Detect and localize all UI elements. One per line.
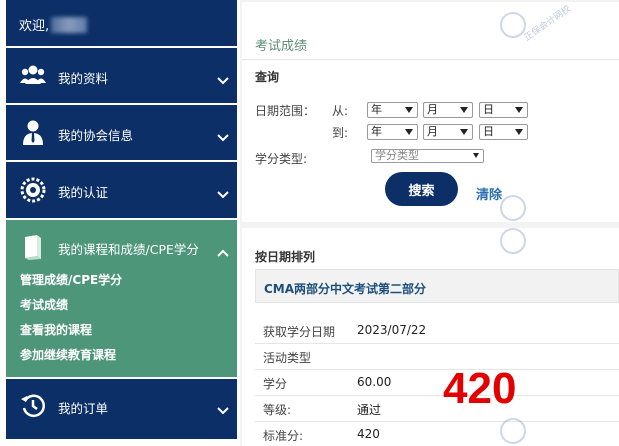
watermark-logo — [500, 195, 526, 221]
clear-link[interactable]: 清除 — [476, 184, 502, 203]
divider — [255, 421, 619, 422]
sidebar-item-association[interactable]: 我的协会信息 — [6, 105, 237, 160]
sidebar-item-courses[interactable]: 我的课程和成绩/CPE学分 管理成绩/CPE学分 考试成绩 查看我的课程 参加继… — [6, 220, 237, 377]
row-label-activity: 活动类型 — [263, 351, 312, 365]
divider — [242, 59, 619, 60]
chevron-down-icon — [217, 134, 229, 142]
row-value-credits: 60.00 — [357, 375, 392, 389]
query-heading: 查询 — [255, 70, 280, 84]
submenu-continuing-education[interactable]: 参加继续教育课程 — [20, 346, 116, 363]
from-day-select[interactable]: 日 — [479, 102, 528, 118]
gear-badge-icon — [19, 176, 47, 204]
credit-type-label: 学分类型: — [255, 152, 308, 166]
row-label-scaled-score: 标准分: — [263, 429, 304, 443]
book-icon — [19, 233, 47, 261]
row-label-credits: 学分 — [263, 377, 288, 391]
sidebar-item-label: 我的订单 — [58, 401, 109, 416]
submenu-view-courses[interactable]: 查看我的课程 — [20, 321, 92, 338]
welcome-text: 欢迎, — [19, 19, 50, 34]
chevron-up-icon — [217, 249, 229, 257]
person-icon — [19, 118, 47, 146]
chevron-down-icon — [217, 77, 229, 85]
from-year-select[interactable]: 年 — [367, 102, 418, 118]
watermark-logo — [500, 418, 526, 444]
watermark-text: 正保会计网校 — [522, 4, 573, 44]
row-value-date: 2023/07/22 — [357, 323, 427, 337]
username-blurred — [51, 17, 88, 33]
sidebar-item-label: 我的协会信息 — [58, 128, 134, 143]
to-label: 到: — [332, 126, 349, 140]
chevron-down-icon — [217, 191, 229, 199]
credit-type-select[interactable]: 学分类型 — [371, 149, 484, 163]
welcome-bar: 欢迎, — [6, 0, 237, 46]
sort-heading: 按日期排列 — [255, 250, 316, 264]
date-range-label: 日期范围： — [255, 104, 316, 118]
to-year-select[interactable]: 年 — [367, 124, 418, 140]
row-label-grade: 等级: — [263, 403, 292, 417]
sidebar-item-label: 我的资料 — [58, 71, 109, 86]
search-button[interactable]: 搜索 — [385, 172, 458, 206]
history-icon — [19, 392, 47, 420]
query-panel: 考试成绩 查询 日期范围： 从: 年 月 日 到: 年 月 日 学分类型: 学分… — [242, 2, 619, 222]
page-title: 考试成绩 — [255, 39, 308, 54]
submenu-exam-scores[interactable]: 考试成绩 — [20, 296, 68, 313]
row-value-grade: 通过 — [357, 403, 382, 417]
results-panel: 按日期排列 CMA两部分中文考试第二部分 获取学分日期 2023/07/22 活… — [242, 228, 619, 446]
score-overlay: 420 — [443, 364, 517, 413]
users-icon — [19, 61, 47, 89]
divider — [255, 343, 619, 344]
divider — [255, 395, 619, 396]
sidebar-item-orders[interactable]: 我的订单 — [6, 379, 237, 439]
main-content: 考试成绩 查询 日期范围： 从: 年 月 日 到: 年 月 日 学分类型: 学分… — [240, 0, 619, 446]
to-day-select[interactable]: 日 — [479, 124, 528, 140]
sidebar-item-label: 我的认证 — [58, 185, 109, 200]
submenu-manage-credits[interactable]: 管理成绩/CPE学分 — [20, 271, 122, 288]
divider — [255, 369, 619, 370]
from-month-select[interactable]: 月 — [423, 102, 473, 118]
sidebar-item-label: 我的课程和成绩/CPE学分 — [58, 242, 199, 257]
course-header: CMA两部分中文考试第二部分 — [255, 269, 619, 303]
sidebar-item-profile[interactable]: 我的资料 — [6, 48, 237, 103]
sidebar: 欢迎, 我的资料 我的协会信息 我的认证 我的课程和成绩/CPE学分 管理成绩/… — [0, 0, 237, 446]
course-title: CMA两部分中文考试第二部分 — [264, 282, 427, 296]
row-label-date: 获取学分日期 — [263, 325, 336, 339]
row-value-scaled-score: 420 — [357, 427, 380, 441]
from-label: 从: — [332, 104, 349, 118]
watermark-logo — [500, 228, 526, 254]
to-month-select[interactable]: 月 — [423, 124, 473, 140]
chevron-down-icon — [217, 407, 229, 415]
sidebar-item-certification[interactable]: 我的认证 — [6, 162, 237, 218]
